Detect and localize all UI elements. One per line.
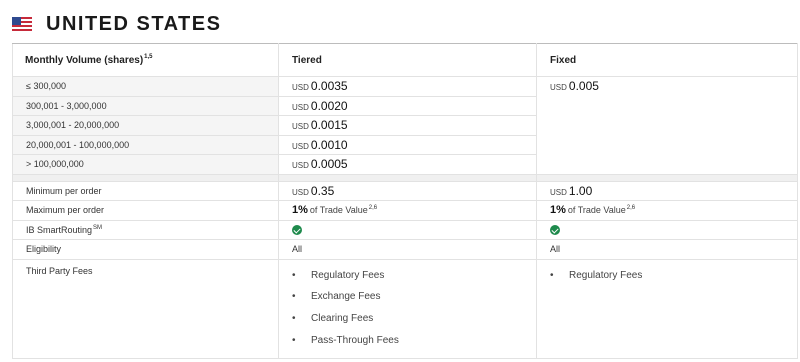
fixed-rate: USD 0.005 xyxy=(536,76,798,175)
table-row: IB SmartRoutingSM xyxy=(12,219,798,240)
tier-volume: ≤ 300,000 xyxy=(12,76,279,97)
footnote-ref: 2,6 xyxy=(626,205,636,212)
min-order-fixed: USD 1.00 xyxy=(536,180,798,201)
third-party-tiered: • Regulatory Fees • Exchange Fees • Clearin… xyxy=(278,258,537,359)
table-header-row: Monthly Volume (shares)1,5 Tiered Fixed xyxy=(12,43,798,77)
table-divider xyxy=(12,173,798,182)
column-header-fixed: Fixed xyxy=(536,43,798,77)
section-title: UNITED STATES xyxy=(46,12,222,35)
third-party-fixed: • Regulatory Fees xyxy=(536,258,798,359)
table-row: Minimum per order USD 0.35 USD 1.00 xyxy=(12,180,798,201)
fee-list-tiered: • Regulatory Fees • Exchange Fees • Clearin… xyxy=(292,260,536,355)
list-item: • Clearing Fees xyxy=(292,312,374,324)
tier-volume: > 100,000,000 xyxy=(12,154,279,175)
tier-volume: 20,000,001 - 100,000,000 xyxy=(12,134,279,155)
row-label-third-party: Third Party Fees xyxy=(12,258,279,359)
tier-volume: 3,000,001 - 20,000,000 xyxy=(12,115,279,136)
fee-list-fixed: • Regulatory Fees xyxy=(550,260,797,290)
tier-rate: USD 0.0035 xyxy=(278,76,537,97)
eligibility-tiered: All xyxy=(278,239,537,260)
list-item: • Pass-Through Fees xyxy=(292,334,399,346)
table-row: Eligibility All All xyxy=(12,239,798,260)
check-circle-icon xyxy=(292,225,302,236)
max-order-fixed: 1% of Trade Value2,6 xyxy=(536,200,798,221)
check-circle-icon xyxy=(550,225,560,236)
tier-rate: USD 0.0005 xyxy=(278,154,537,175)
list-item: • Exchange Fees xyxy=(292,291,381,303)
footnote-ref: 2,6 xyxy=(368,205,378,212)
tier-rate: USD 0.0015 xyxy=(278,115,537,136)
max-order-tiered: 1% of Trade Value2,6 xyxy=(278,200,537,221)
row-label-min-order: Minimum per order xyxy=(12,180,279,201)
row-label-eligibility: Eligibility xyxy=(12,239,279,260)
tier-rate: USD 0.0020 xyxy=(278,95,537,116)
section-heading: UNITED STATES xyxy=(12,12,221,36)
footnote-ref: 1,5 xyxy=(144,54,153,61)
row-label-max-order: Maximum per order xyxy=(12,200,279,221)
us-flag-icon xyxy=(12,17,32,31)
pricing-table: Monthly Volume (shares)1,5 Tiered Fixed … xyxy=(12,43,798,359)
service-mark: SM xyxy=(93,224,103,231)
smart-routing-tiered xyxy=(278,219,537,240)
tier-rate: USD 0.0010 xyxy=(278,134,537,155)
row-label-smart-routing: IB SmartRoutingSM xyxy=(12,219,279,240)
column-header-tiered: Tiered xyxy=(278,43,537,77)
table-row: ≤ 300,000 USD 0.0035 USD 0.005 xyxy=(12,76,798,175)
list-item: • Regulatory Fees xyxy=(550,269,643,281)
tier-volume: 300,001 - 3,000,000 xyxy=(12,95,279,116)
eligibility-fixed: All xyxy=(536,239,798,260)
min-order-tiered: USD 0.35 xyxy=(278,180,537,201)
table-row: Maximum per order 1% of Trade Value2,6 1%… xyxy=(12,200,798,221)
table-row: Third Party Fees • Regulatory Fees • Excha… xyxy=(12,258,798,359)
list-item: • Regulatory Fees xyxy=(292,269,385,281)
column-header-volume: Monthly Volume (shares)1,5 xyxy=(12,43,279,77)
smart-routing-fixed xyxy=(536,219,798,240)
